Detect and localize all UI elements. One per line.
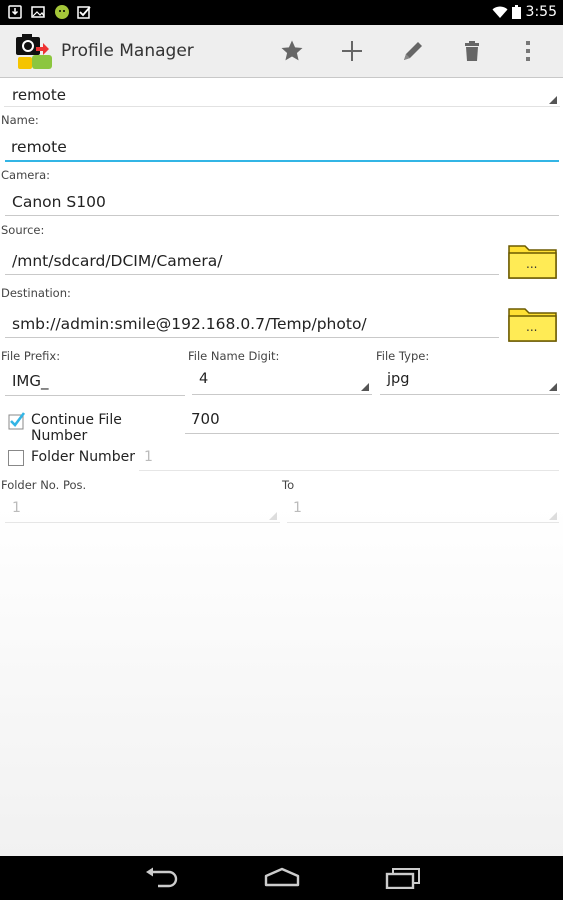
to-spinner: 1 xyxy=(286,497,560,523)
favorite-button[interactable] xyxy=(275,34,309,68)
clock-time: 3:55 xyxy=(525,4,557,20)
profile-spinner-value: remote xyxy=(12,86,66,104)
file-type-label: File Type: xyxy=(376,349,430,363)
folder-no-pos-value: 1 xyxy=(12,500,21,516)
spinner-arrow-icon xyxy=(549,96,557,104)
wifi-icon xyxy=(492,6,508,18)
folder-number-input: 1 xyxy=(138,445,560,471)
file-prefix-input[interactable]: IMG_ xyxy=(4,367,185,397)
image-icon xyxy=(31,6,45,18)
camera-underline xyxy=(5,215,559,216)
to-underline xyxy=(287,522,559,523)
spinner-arrow-icon xyxy=(361,383,369,391)
destination-folder-button[interactable]: ... xyxy=(508,303,558,343)
file-type-spinner[interactable]: jpg xyxy=(380,367,560,397)
download-icon xyxy=(8,5,22,19)
star-icon xyxy=(281,40,303,61)
camera-input[interactable]: Canon S100 xyxy=(4,187,560,217)
folder-number-value: 1 xyxy=(144,449,153,465)
app-icon[interactable] xyxy=(14,31,54,71)
name-underline xyxy=(5,160,559,162)
edit-button[interactable] xyxy=(396,34,430,68)
status-bar: 3:55 xyxy=(0,0,563,25)
battery-icon xyxy=(512,5,521,19)
destination-folder-dots: ... xyxy=(526,320,538,334)
source-label: Source: xyxy=(1,223,45,237)
file-name-digit-value: 4 xyxy=(199,371,209,387)
overflow-menu-button[interactable] xyxy=(516,34,540,68)
destination-value: smb://admin:smile@192.168.0.7/Temp/photo… xyxy=(12,315,367,333)
add-icon xyxy=(342,41,362,61)
destination-input[interactable]: smb://admin:smile@192.168.0.7/Temp/photo… xyxy=(4,309,499,339)
source-input[interactable]: /mnt/sdcard/DCIM/Camera/ xyxy=(4,246,499,276)
file-type-value: jpg xyxy=(387,371,410,387)
spinner-arrow-icon xyxy=(549,512,557,520)
continue-file-number-value: 700 xyxy=(191,410,220,428)
continue-file-number-input[interactable]: 700 xyxy=(184,406,560,434)
file-name-digit-label: File Name Digit: xyxy=(188,349,280,363)
continue-file-number-label: Continue File Number xyxy=(31,412,122,444)
file-name-digit-spinner[interactable]: 4 xyxy=(192,367,372,397)
checkbox-unchecked-icon xyxy=(8,450,24,466)
spinner-arrow-icon xyxy=(269,512,277,520)
divider xyxy=(4,106,560,107)
source-underline xyxy=(5,274,499,275)
source-folder-dots: ... xyxy=(526,257,538,271)
overflow-icon xyxy=(526,41,530,61)
folder-number-underline xyxy=(139,470,559,471)
home-button[interactable] xyxy=(262,864,302,892)
file-prefix-underline xyxy=(5,395,185,396)
name-input[interactable]: remote xyxy=(4,132,560,162)
navigation-bar xyxy=(0,856,563,900)
name-value: remote xyxy=(11,138,67,156)
continue-file-number-checkbox[interactable]: Continue File Number xyxy=(6,410,178,444)
action-bar: Profile Manager xyxy=(0,25,563,78)
home-icon xyxy=(264,867,300,887)
edit-icon xyxy=(404,42,422,60)
destination-label: Destination: xyxy=(1,286,71,300)
back-icon xyxy=(146,867,178,888)
app-title: Profile Manager xyxy=(61,41,194,61)
delete-button[interactable] xyxy=(455,34,489,68)
delete-icon xyxy=(465,41,479,61)
destination-underline xyxy=(5,337,499,338)
folder-no-pos-label: Folder No. Pos. xyxy=(1,478,87,492)
file-name-digit-underline xyxy=(192,394,372,395)
file-type-underline xyxy=(380,394,560,395)
source-value: /mnt/sdcard/DCIM/Camera/ xyxy=(12,252,223,270)
folder-no-pos-spinner: 1 xyxy=(4,497,280,523)
camera-label: Camera: xyxy=(1,168,51,182)
camera-value: Canon S100 xyxy=(12,193,106,211)
folder-no-pos-underline xyxy=(5,522,280,523)
to-label: To xyxy=(282,478,295,492)
continue-file-number-underline xyxy=(185,433,559,434)
to-value: 1 xyxy=(293,500,302,516)
folder-number-label: Folder Number xyxy=(31,449,135,465)
android-icon xyxy=(55,5,69,19)
recent-apps-icon xyxy=(385,868,420,889)
recent-apps-button[interactable] xyxy=(383,864,423,892)
file-prefix-value: IMG_ xyxy=(12,372,49,390)
spinner-arrow-icon xyxy=(549,383,557,391)
folder-number-checkbox[interactable]: Folder Number xyxy=(6,447,136,469)
name-label: Name: xyxy=(1,113,39,127)
profile-form: remote Name: remote Camera: Canon S100 S… xyxy=(0,78,563,856)
add-button[interactable] xyxy=(335,34,369,68)
file-prefix-label: File Prefix: xyxy=(1,349,61,363)
checkbox-checked-icon xyxy=(8,412,26,430)
source-folder-button[interactable]: ... xyxy=(508,240,558,280)
back-button[interactable] xyxy=(142,864,182,892)
checkbox-icon xyxy=(77,6,91,19)
